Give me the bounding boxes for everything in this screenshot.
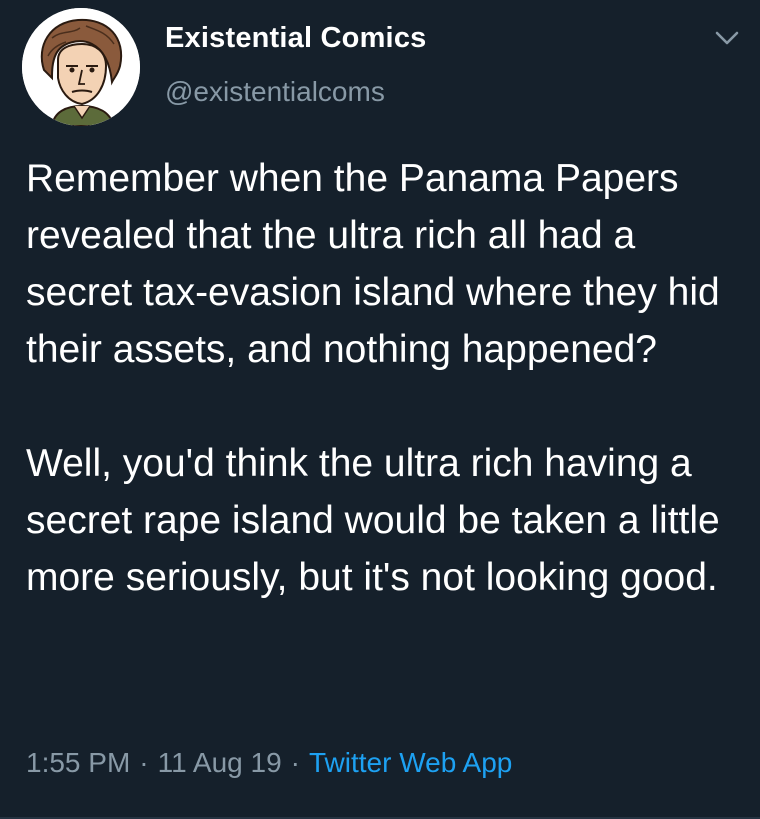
tweet-date[interactable]: 11 Aug 19 [158, 747, 282, 778]
tweet-meta: 1:55 PM · 11 Aug 19 · Twitter Web App [26, 747, 512, 779]
tweet-source-link[interactable]: Twitter Web App [309, 747, 512, 778]
chevron-down-icon[interactable] [712, 26, 742, 50]
tweet-paragraph: Remember when the Panama Papers revealed… [26, 157, 720, 371]
meta-separator: · [290, 747, 300, 778]
author-display-name[interactable]: Existential Comics [165, 22, 426, 55]
tweet-body: Remember when the Panama Papers revealed… [26, 150, 746, 606]
meta-separator: · [139, 747, 149, 778]
avatar[interactable] [22, 8, 140, 126]
tweet-paragraph: Well, you'd think the ultra rich having … [26, 442, 720, 599]
tweet-card: Existential Comics @existentialcoms Reme… [0, 0, 760, 819]
cartoon-portrait-icon [22, 8, 140, 126]
author-handle[interactable]: @existentialcoms [165, 76, 385, 108]
tweet-time[interactable]: 1:55 PM [26, 747, 130, 778]
